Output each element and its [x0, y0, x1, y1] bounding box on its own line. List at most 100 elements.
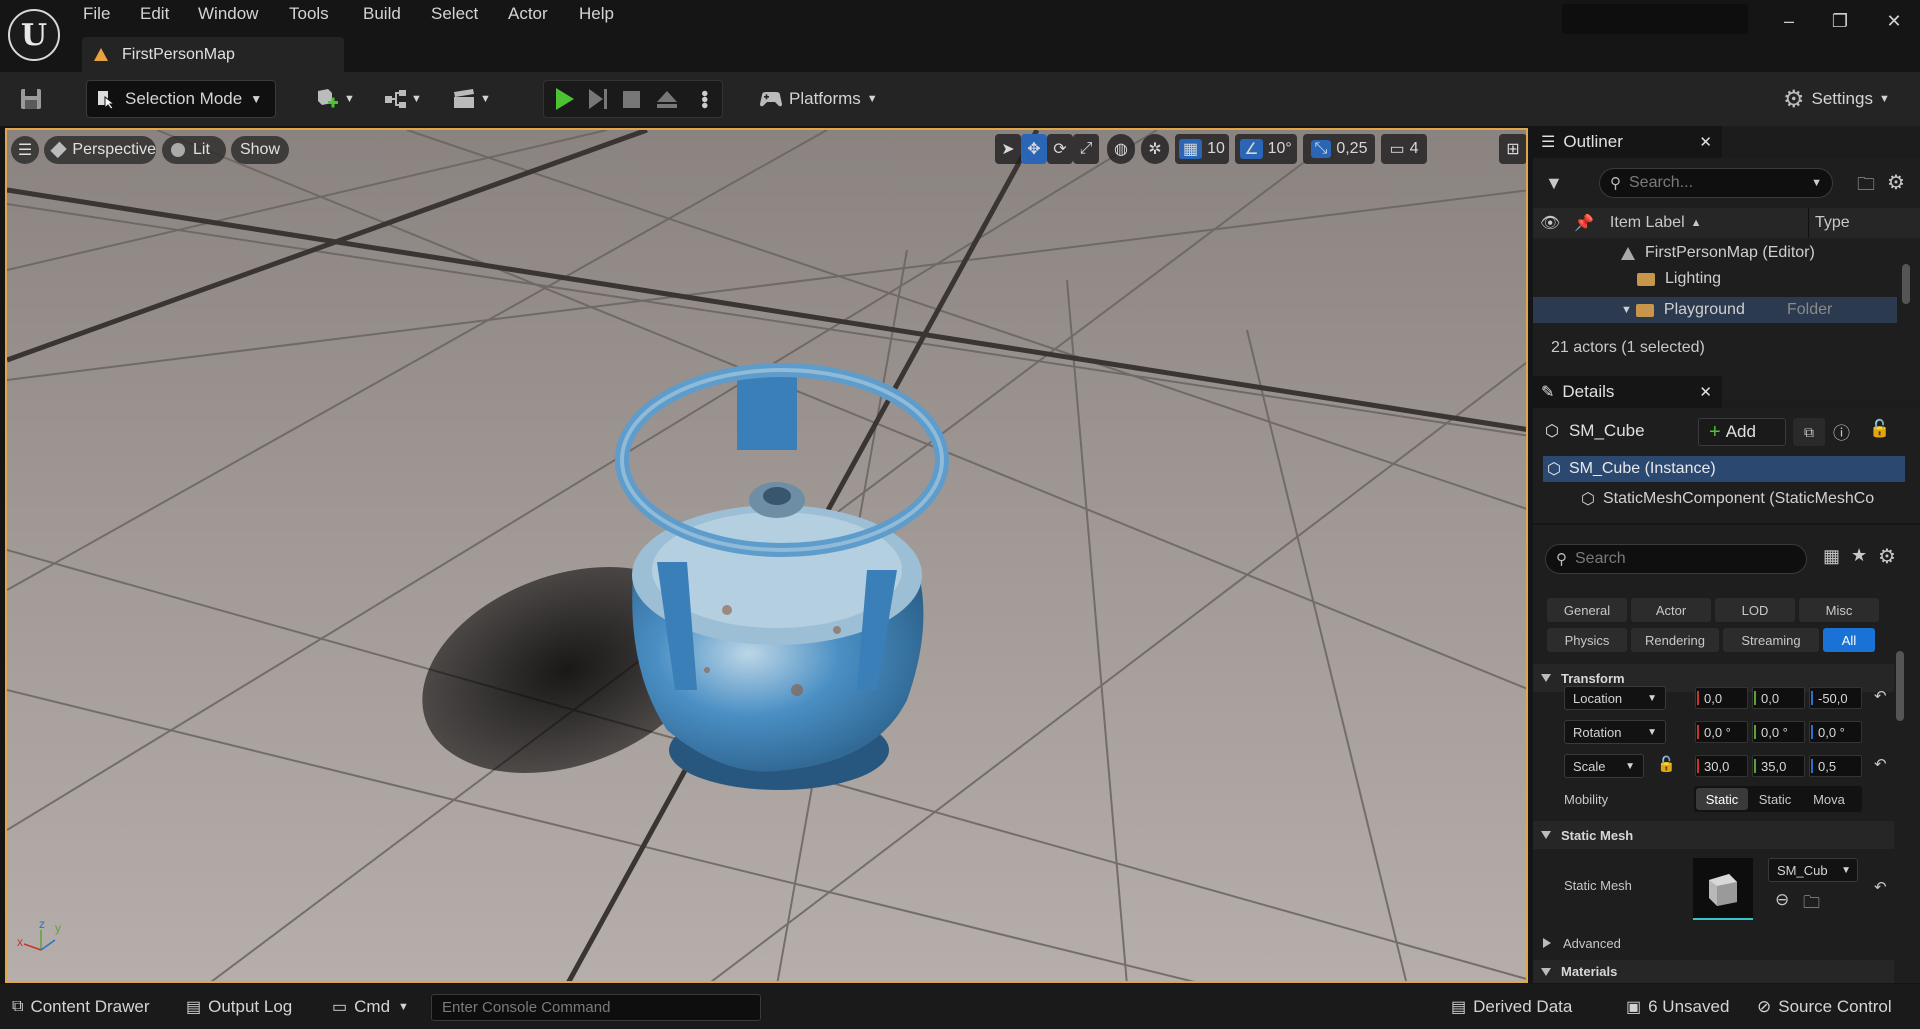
gear-icon[interactable]: ⚙ [1887, 170, 1905, 195]
rotation-y-field[interactable]: 0,0 ° [1752, 721, 1805, 743]
category-lod[interactable]: LOD [1715, 598, 1795, 622]
eject-icon[interactable] [657, 90, 677, 108]
source-control-button[interactable]: ⊘ Source Control [1757, 984, 1892, 1029]
blueprint-button[interactable]: ▼ [383, 80, 431, 118]
close-window-button[interactable]: ✕ [1879, 6, 1909, 36]
details-tab[interactable]: ✎ Details ✕ [1533, 376, 1722, 408]
location-y-field[interactable]: 0,0 [1752, 687, 1805, 709]
settings-button[interactable]: ⚙ Settings ▼ [1783, 80, 1913, 118]
item-label-column[interactable]: Item Label [1610, 214, 1685, 232]
static-mesh-asset-dropdown[interactable]: SM_Cub ▼ [1768, 858, 1858, 882]
scale-y-field[interactable]: 35,0 [1752, 755, 1805, 777]
rotate-tool-icon[interactable]: ⟳ [1047, 134, 1073, 164]
unsaved-button[interactable]: ▣ 6 Unsaved [1626, 984, 1729, 1029]
world-local-icon[interactable]: ◍ [1107, 134, 1135, 164]
table-view-icon[interactable]: ▦ [1823, 546, 1840, 567]
location-z-field[interactable]: -50,0 [1809, 687, 1862, 709]
category-all[interactable]: All [1823, 628, 1875, 652]
menu-actor[interactable]: Actor [508, 4, 548, 30]
outliner-search-input[interactable]: ⚲ Search... ▼ [1599, 168, 1833, 198]
mobility-stationary[interactable]: Static [1748, 788, 1802, 810]
materials-section-header[interactable]: Materials [1533, 960, 1894, 983]
tree-row-playground[interactable]: ▼ Playground Folder [1533, 297, 1897, 323]
add-actor-button[interactable]: ▼ [314, 80, 362, 118]
location-dropdown[interactable]: Location ▼ [1564, 686, 1666, 710]
component-root[interactable]: ⬡ SM_Cube (Instance) [1543, 456, 1905, 482]
level-viewport[interactable]: x z y ☰ Perspective Lit Show ➤ ✥ ⟳ ⤢ ◍ ✲… [5, 128, 1528, 983]
category-general[interactable]: General [1547, 598, 1627, 622]
outliner-scrollbar[interactable] [1902, 264, 1910, 304]
derived-data-button[interactable]: ▤ Derived Data [1451, 984, 1572, 1029]
lock-icon[interactable]: 🔓 [1869, 419, 1890, 439]
rotation-dropdown[interactable]: Rotation ▼ [1564, 720, 1666, 744]
viewport-menu-button[interactable]: ☰ [11, 136, 39, 164]
use-selected-icon[interactable]: ⊖ [1775, 890, 1789, 910]
translate-tool-icon[interactable]: ✥ [1021, 134, 1047, 164]
menu-window[interactable]: Window [198, 4, 258, 30]
cinematics-button[interactable]: ▼ [452, 80, 500, 118]
category-actor[interactable]: Actor [1631, 598, 1711, 622]
menu-select[interactable]: Select [431, 4, 478, 30]
gear-icon[interactable]: ⚙ [1878, 544, 1896, 569]
lock-icon[interactable]: 🔓 [1657, 755, 1676, 773]
category-misc[interactable]: Misc [1799, 598, 1879, 622]
details-scrollbar[interactable] [1896, 651, 1904, 721]
type-column[interactable]: Type [1815, 214, 1850, 232]
save-icon[interactable] [18, 86, 44, 112]
title-search-box[interactable] [1562, 4, 1748, 34]
grid-snap-button[interactable]: ▦ 10 [1175, 134, 1229, 164]
close-icon[interactable]: ✕ [1699, 133, 1712, 151]
static-mesh-section-header[interactable]: Static Mesh [1533, 821, 1894, 849]
perspective-button[interactable]: Perspective [44, 136, 156, 164]
menu-edit[interactable]: Edit [140, 4, 169, 30]
menu-tools[interactable]: Tools [289, 4, 329, 30]
blueprint-convert-icon[interactable]: ⧉ [1793, 418, 1825, 446]
minimize-button[interactable]: – [1774, 6, 1804, 36]
stop-icon[interactable] [623, 90, 640, 108]
rotation-x-field[interactable]: 0,0 ° [1695, 721, 1748, 743]
play-icon[interactable] [556, 88, 574, 110]
output-log-button[interactable]: ▤ Output Log [186, 984, 292, 1029]
scale-z-field[interactable]: 0,5 [1809, 755, 1862, 777]
reset-icon[interactable]: ↶ [1874, 878, 1887, 896]
show-button[interactable]: Show [231, 136, 289, 164]
more-options-icon[interactable]: ••• [693, 90, 715, 108]
surface-snap-icon[interactable]: ✲ [1141, 134, 1169, 164]
advance-frame-icon[interactable] [589, 89, 607, 109]
tree-row-map[interactable]: FirstPersonMap (Editor) [1533, 240, 1897, 266]
viewport-layout-icon[interactable]: ⊞ [1499, 134, 1526, 164]
reset-icon[interactable]: ↶ [1874, 687, 1887, 705]
component-static-mesh[interactable]: ⬡ StaticMeshComponent (StaticMeshCo [1543, 486, 1920, 512]
content-drawer-button[interactable]: ⧉ Content Drawer [12, 984, 150, 1029]
rotation-z-field[interactable]: 0,0 ° [1809, 721, 1862, 743]
restore-button[interactable]: ❐ [1825, 6, 1855, 36]
tree-row-lighting[interactable]: Lighting [1533, 266, 1897, 292]
location-x-field[interactable]: 0,0 [1695, 687, 1748, 709]
platforms-dropdown[interactable]: Platforms ▼ [757, 80, 887, 118]
unreal-logo-icon[interactable]: U [8, 9, 60, 61]
add-component-button[interactable]: + Add [1698, 418, 1786, 446]
lit-button[interactable]: Lit [162, 136, 226, 164]
outliner-tab[interactable]: ☰ Outliner ✕ [1533, 126, 1722, 158]
reset-icon[interactable]: ↶ [1874, 755, 1887, 773]
star-icon[interactable]: ★ [1851, 545, 1867, 566]
scale-dropdown[interactable]: Scale ▼ [1564, 754, 1644, 778]
filter-button[interactable]: ▼ [1545, 168, 1585, 198]
category-streaming[interactable]: Streaming [1723, 628, 1819, 652]
advanced-row[interactable]: Advanced [1533, 930, 1894, 956]
scale-snap-button[interactable]: ⤡ 0,25 [1303, 134, 1375, 164]
select-tool-icon[interactable]: ➤ [995, 134, 1021, 164]
pin-icon[interactable]: 📌 [1574, 213, 1594, 233]
mesh-thumbnail[interactable] [1693, 858, 1753, 920]
new-folder-icon[interactable]: 🗀 [1857, 172, 1875, 202]
category-physics[interactable]: Physics [1547, 628, 1627, 652]
console-input[interactable]: Enter Console Command [431, 994, 761, 1021]
cmd-dropdown[interactable]: ▭ Cmd ▼ [332, 984, 409, 1029]
menu-file[interactable]: File [83, 4, 110, 30]
eye-icon[interactable]: 👁 [1540, 213, 1560, 233]
help-icon[interactable]: ⓘ [1833, 419, 1850, 444]
selection-mode-dropdown[interactable]: Selection Mode ▼ [86, 80, 276, 118]
menu-help[interactable]: Help [579, 4, 614, 30]
details-search-input[interactable]: ⚲ Search [1545, 544, 1807, 574]
browse-asset-icon[interactable]: 🗀 [1803, 890, 1820, 919]
